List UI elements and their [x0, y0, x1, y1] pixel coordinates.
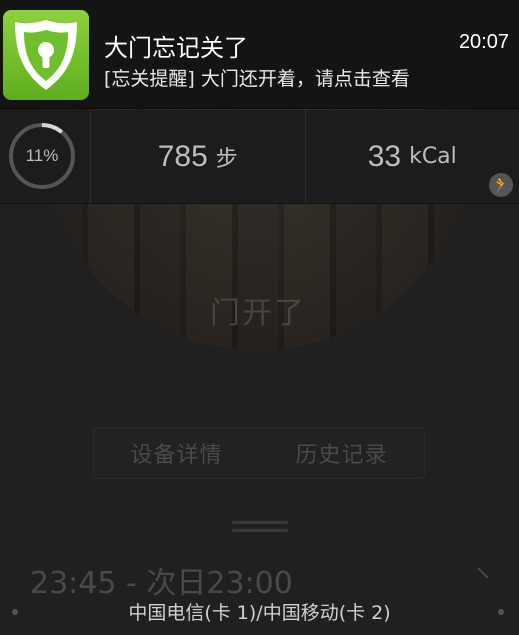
calories-stat: 33 kCal 🏃 — [304, 110, 519, 203]
notification-time: 20:07 — [458, 31, 509, 53]
drag-handle-line — [232, 529, 288, 532]
screen: 门开了 设备详情 历史记录 23:45 - 次日23:00 中国电信(卡 1)/… — [0, 0, 519, 635]
drag-handle[interactable] — [232, 521, 288, 524]
schedule-time-range[interactable]: 23:45 - 次日23:00 — [30, 558, 293, 602]
notification-card[interactable]: 大门忘记关了 20:07 [忘关提醒] 大门还开着，请点击查看 — [0, 0, 519, 109]
steps-unit: 步 — [215, 146, 238, 172]
device-details-button[interactable]: 设备详情 — [94, 428, 259, 478]
progress-percent: 11% — [25, 146, 59, 165]
door-status-label: 门开了 — [210, 296, 306, 331]
notification-text: [忘关提醒] 大门还开着，请点击查看 — [104, 68, 410, 90]
shield-lock-icon — [3, 10, 89, 100]
calories-value: 33 — [367, 139, 402, 173]
goal-progress: 11% — [0, 110, 91, 203]
steps-stat: 785 步 — [91, 110, 305, 203]
activity-stats-bar[interactable]: 11% 785 步 33 kCal 🏃 — [0, 110, 519, 204]
chevron-right-icon — [477, 567, 489, 579]
runner-icon: 🏃 — [489, 173, 513, 197]
calories-unit: kCal — [409, 144, 457, 169]
device-action-row: 设备详情 历史记录 — [93, 427, 425, 479]
history-button[interactable]: 历史记录 — [259, 428, 424, 478]
steps-value: 785 — [157, 139, 208, 173]
carrier-label: 中国电信(卡 1)/中国移动(卡 2) — [128, 602, 391, 624]
notification-title: 大门忘记关了 — [104, 34, 248, 62]
